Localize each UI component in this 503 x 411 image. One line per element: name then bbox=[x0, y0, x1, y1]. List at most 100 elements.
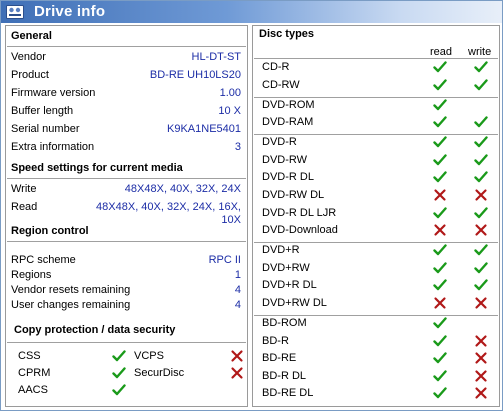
disc-type-cd-r-label: CD-R bbox=[262, 61, 290, 73]
disc-type-dvd-ram-label: DVD-RAM bbox=[262, 116, 314, 129]
disc-group-divider bbox=[254, 96, 498, 98]
disc-type-bd-re-dl-write-cross-icon bbox=[474, 386, 488, 400]
disc-type-bd-r-dl-write-cross-icon bbox=[474, 369, 488, 383]
vcps-label: VCPS bbox=[134, 350, 164, 362]
disc-type-bd-re-label: BD-RE bbox=[262, 352, 297, 365]
disc-type-dvd-r-dl-write-check-icon bbox=[474, 278, 488, 292]
disc-type-dvd-ram-read-check-icon bbox=[433, 115, 447, 129]
disc-type-dvd-r-label: DVD+R bbox=[262, 244, 300, 257]
disc-type-dvd-rw-label: DVD+RW bbox=[262, 261, 310, 274]
vendor-resets-label: Vendor resets remaining bbox=[11, 284, 131, 296]
disc-types-header: Disc types bbox=[259, 28, 315, 40]
user-changes-label: User changes remaining bbox=[11, 299, 131, 311]
disc-type-bd-rom-label: BD-ROM bbox=[262, 317, 307, 329]
securdisc-cross-icon bbox=[230, 366, 244, 380]
disc-type-cd-rw-read-check-icon bbox=[433, 78, 447, 92]
general-divider bbox=[7, 46, 246, 47]
disc-type-dvd-r-dl-ljr-label: DVD-R DL LJR bbox=[262, 206, 337, 219]
disc-type-bd-re-write-cross-icon bbox=[474, 351, 488, 365]
buffer-length-label: Buffer length bbox=[11, 105, 74, 117]
disc-type-bd-r-dl-label: BD-R DL bbox=[262, 369, 307, 382]
general-header: General bbox=[11, 30, 52, 42]
aacs-check-icon bbox=[112, 383, 126, 397]
disc-type-dvd-rw-dl-write-cross-icon bbox=[474, 296, 488, 310]
drive-details-panel: General Vendor HL-DT-ST Product BD-RE UH… bbox=[5, 25, 248, 407]
disc-type-cd-r-read-check-icon bbox=[433, 60, 447, 74]
disc-type-dvd-r-write-check-icon bbox=[474, 243, 488, 257]
disc-type-dvd-r-dl-ljr-read-check-icon bbox=[433, 206, 447, 220]
serial-number-value: K9KA1NE5401 bbox=[167, 123, 241, 135]
disc-type-dvd-rw-read-check-icon bbox=[433, 153, 447, 167]
firmware-version-value: 1.00 bbox=[219, 87, 241, 99]
write-column-header: write bbox=[468, 46, 492, 58]
read-speed-label: Read bbox=[11, 201, 38, 213]
firmware-version-label: Firmware version bbox=[11, 87, 96, 99]
disc-type-dvd-rw-dl-write-cross-icon bbox=[474, 188, 488, 202]
css-label: CSS bbox=[18, 350, 41, 362]
disc-type-dvd-r-dl-label: DVD+R DL bbox=[262, 279, 317, 292]
disc-type-dvd-r-dl-ljr-write-check-icon bbox=[474, 206, 488, 220]
disc-group-divider bbox=[254, 58, 498, 59]
disc-types-panel: Disc types read write CD-R CD-RW DVD-ROM DV… bbox=[252, 25, 500, 407]
aacs-label: AACS bbox=[18, 384, 48, 396]
disc-type-dvd-rw-dl-label: DVD+RW DL bbox=[262, 297, 327, 309]
disc-type-dvd-r-write-check-icon bbox=[474, 135, 488, 149]
disc-type-dvd-r-read-check-icon bbox=[433, 243, 447, 257]
disc-type-dvd-download-label: DVD-Download bbox=[262, 224, 338, 237]
vendor-value: HL-DT-ST bbox=[191, 51, 242, 63]
disc-type-bd-r-write-cross-icon bbox=[474, 334, 488, 348]
user-changes-value: 4 bbox=[234, 299, 241, 311]
disc-type-dvd-r-dl-label: DVD-R DL bbox=[262, 171, 314, 184]
disc-type-dvd-rw-read-check-icon bbox=[433, 261, 447, 275]
disc-type-bd-re-read-check-icon bbox=[433, 351, 447, 365]
disc-type-bd-re-dl-label: BD-RE DL bbox=[262, 387, 314, 400]
disc-type-dvd-rom-read-check-icon bbox=[433, 98, 447, 112]
disc-type-dvd-rw-dl-label: DVD-RW DL bbox=[262, 189, 325, 201]
disc-type-cd-rw-write-check-icon bbox=[474, 78, 488, 92]
region-divider bbox=[7, 241, 246, 242]
regions-value: 1 bbox=[234, 269, 241, 281]
speed-divider bbox=[7, 178, 246, 179]
write-speed-label: Write bbox=[11, 183, 37, 195]
regions-label: Regions bbox=[11, 269, 52, 281]
disc-type-dvd-ram-write-check-icon bbox=[474, 115, 488, 129]
extra-information-label: Extra information bbox=[11, 141, 95, 153]
speed-settings-header: Speed settings for current media bbox=[11, 162, 183, 174]
disc-group-divider bbox=[254, 315, 498, 316]
vcps-cross-icon bbox=[230, 349, 244, 363]
disc-type-bd-rom-read-check-icon bbox=[433, 316, 447, 330]
region-control-header: Region control bbox=[11, 225, 89, 237]
disc-type-dvd-r-dl-read-check-icon bbox=[433, 170, 447, 184]
read-speed-value: 48X48X, 40X, 32X, 24X, 16X, 10X bbox=[96, 201, 241, 226]
disc-type-cd-r-write-check-icon bbox=[474, 60, 488, 74]
disc-type-dvd-rw-write-check-icon bbox=[474, 153, 488, 167]
disc-type-dvd-rw-dl-read-cross-icon bbox=[433, 296, 447, 310]
disc-type-dvd-rw-write-check-icon bbox=[474, 261, 488, 275]
disc-type-dvd-rom-label: DVD-ROM bbox=[262, 98, 315, 111]
serial-number-label: Serial number bbox=[11, 123, 80, 135]
disc-type-dvd-r-dl-read-check-icon bbox=[433, 278, 447, 292]
title-bar[interactable]: Drive info bbox=[1, 1, 502, 23]
disc-type-dvd-r-label: DVD-R bbox=[262, 136, 297, 149]
disc-type-dvd-download-write-cross-icon bbox=[474, 223, 488, 237]
disc-type-dvd-r-dl-write-check-icon bbox=[474, 170, 488, 184]
disc-type-dvd-rw-dl-read-cross-icon bbox=[433, 188, 447, 202]
drive-info-icon bbox=[6, 5, 24, 19]
window-title: Drive info bbox=[34, 3, 106, 20]
rpc-scheme-label: RPC scheme bbox=[11, 254, 76, 266]
write-speed-value: 48X48X, 40X, 32X, 24X bbox=[124, 183, 241, 195]
securdisc-label: SecurDisc bbox=[134, 367, 185, 379]
disc-type-cd-rw-label: CD-RW bbox=[262, 78, 300, 91]
disc-type-dvd-rw-label: DVD-RW bbox=[262, 153, 308, 166]
vendor-label: Vendor bbox=[11, 51, 46, 63]
disc-type-bd-r-dl-read-check-icon bbox=[433, 369, 447, 383]
read-column-header: read bbox=[430, 46, 453, 58]
css-check-icon bbox=[112, 349, 126, 363]
drive-info-window: Drive info General Vendor HL-DT-ST Produ… bbox=[0, 0, 503, 411]
disc-type-bd-r-label: BD-R bbox=[262, 334, 289, 347]
vendor-resets-value: 4 bbox=[234, 284, 241, 296]
extra-information-value: 3 bbox=[234, 141, 241, 153]
copy-protection-header: Copy protection / data security bbox=[14, 324, 176, 336]
disc-group-divider bbox=[254, 134, 498, 136]
buffer-length-value: 10 X bbox=[218, 105, 241, 117]
